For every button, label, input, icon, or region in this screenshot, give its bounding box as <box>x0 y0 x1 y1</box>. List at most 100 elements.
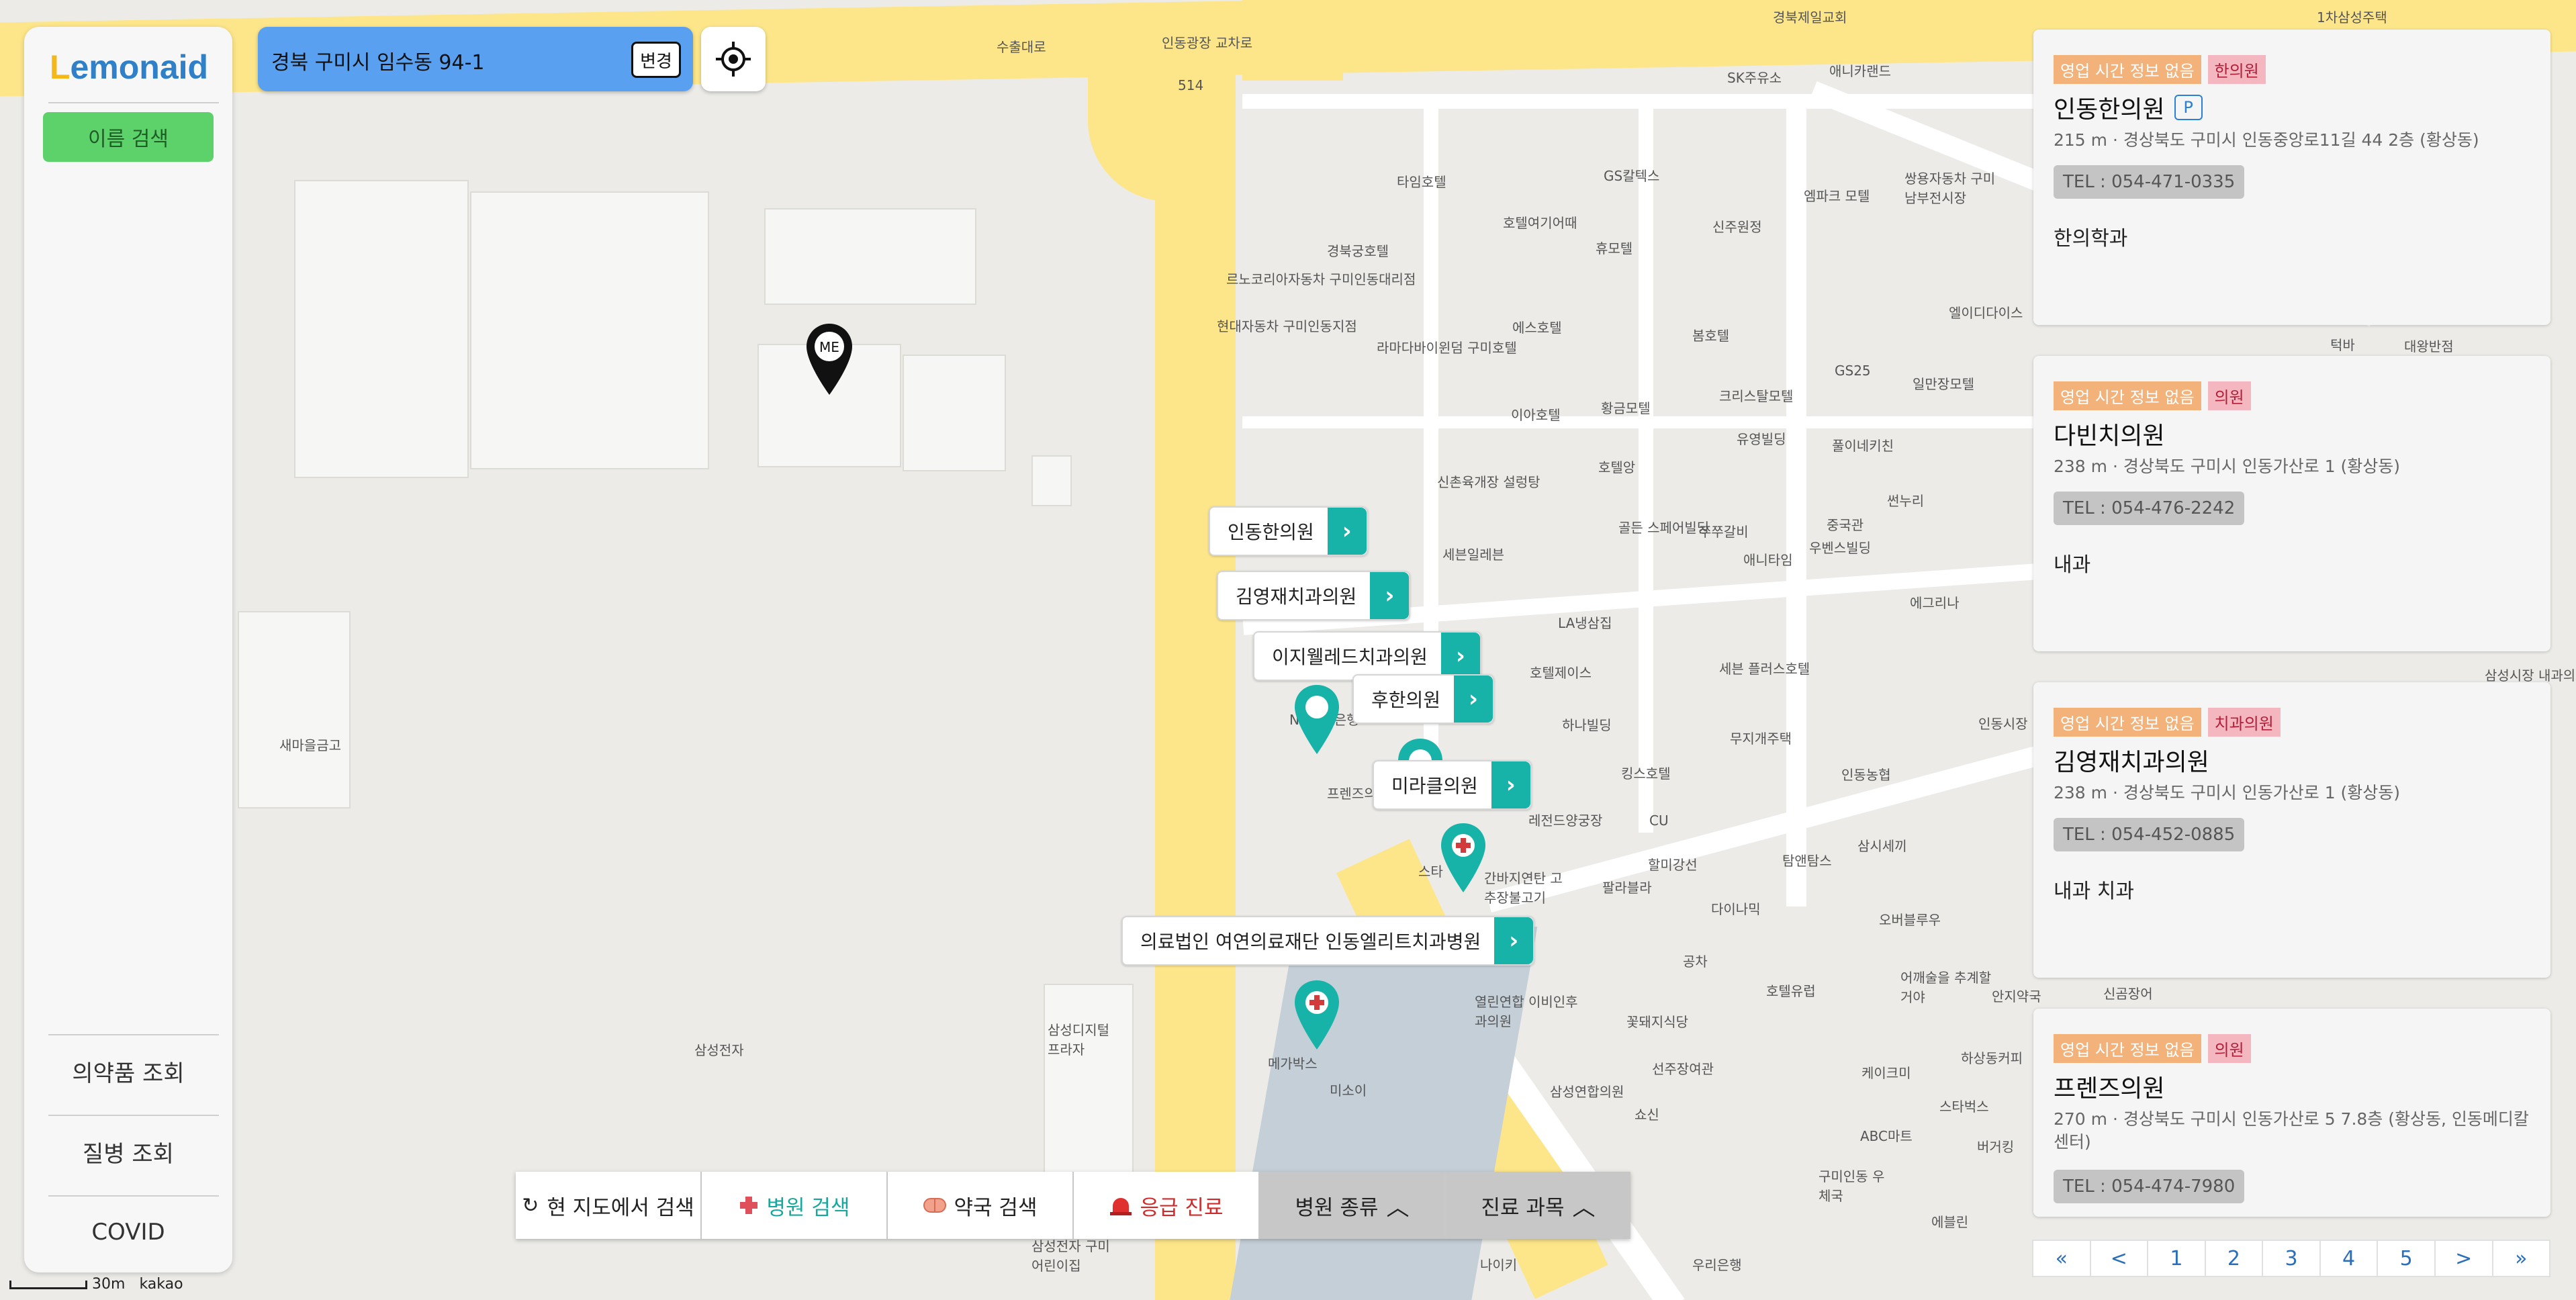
hospital-callout[interactable]: 의료법인 여연의료재단 인동엘리트치과병원 › <box>1121 916 1535 966</box>
locate-me-button[interactable] <box>701 27 766 91</box>
hospital-name: 다빈치의원 <box>2054 422 2165 450</box>
category-badge: 의원 <box>2207 1034 2251 1063</box>
hospital-callout[interactable]: 인동한의원 › <box>1209 506 1368 556</box>
last-page-button[interactable]: » <box>2491 1240 2551 1277</box>
page-button[interactable]: 5 <box>2377 1240 2436 1277</box>
change-address-button[interactable]: 변경 <box>631 42 681 78</box>
chevron-right-icon[interactable]: › <box>1491 761 1530 808</box>
hospital-card[interactable]: 영업 시간 정보 없음 의원 프렌즈의원 270 m · 경상북도 구미시 인동가… <box>2033 1009 2550 1217</box>
hospital-callout-label: 의료법인 여연의료재단 인동엘리트치과병원 <box>1140 931 1481 953</box>
map-label: 현대자동차 구미인동지점 <box>1217 318 1357 334</box>
map-label: 하상동커피 <box>1961 1050 2023 1066</box>
name-search-button[interactable]: 이름 검색 <box>43 112 214 162</box>
tel-button[interactable]: TEL : 054-474-7980 <box>2054 1170 2245 1203</box>
map-label: 크리스탈모텔 <box>1719 388 1794 404</box>
hospital-pin-icon[interactable] <box>1440 823 1487 894</box>
chevron-right-icon[interactable]: › <box>1454 676 1493 723</box>
hospital-name: 인동한의원 <box>2054 96 2165 124</box>
me-label: ME <box>819 339 839 355</box>
map-label: 턱바 <box>2330 337 2355 353</box>
hospital-callout[interactable]: 이지웰레드치과의원 › <box>1253 631 1481 681</box>
map-label: 대왕반점 <box>2404 338 2454 355</box>
building <box>294 180 469 478</box>
button-label: 병원 검색 <box>766 1195 850 1220</box>
map-label: 열린연합 이비인후과의원 <box>1475 994 1578 1029</box>
map-label: 황금모텔 <box>1601 400 1651 416</box>
map-label: 새마을금고 <box>279 737 341 753</box>
hospital-callout-label: 후한의원 <box>1371 689 1441 711</box>
hospital-address: 238 m · 경상북도 구미시 인동가산로 1 (황상동) <box>2054 457 2401 476</box>
hospital-card[interactable]: 영업 시간 정보 없음 한의원 인동한의원 P 215 m · 경상북도 구미시 인… <box>2033 30 2550 325</box>
page-button[interactable]: 2 <box>2204 1240 2264 1277</box>
hospital-callout[interactable]: 김영재치과의원 › <box>1217 571 1411 620</box>
map-provider: kakao <box>139 1276 183 1293</box>
map-label: 르노코리아자동차 구미인동대리점 <box>1226 271 1416 287</box>
covid-link[interactable]: COVID <box>24 1202 232 1262</box>
crosshair-icon <box>716 42 751 77</box>
map-label: 엠파크 모텔 <box>1804 188 1870 204</box>
next-page-button[interactable]: > <box>2434 1240 2493 1277</box>
map-label: GS25 <box>1835 363 1871 379</box>
hospital-callout-label: 미라클의원 <box>1391 775 1478 797</box>
department-text: 내과 치과 <box>2054 880 2134 903</box>
hours-badge: 영업 시간 정보 없음 <box>2054 708 2201 737</box>
map-label: 애니타임 <box>1743 552 1793 568</box>
pill-icon <box>923 1198 946 1213</box>
drug-lookup-link[interactable]: 의약품 조회 <box>24 1041 232 1101</box>
building <box>1031 455 1072 506</box>
road <box>1786 101 1806 907</box>
chevron-right-icon[interactable]: › <box>1327 508 1367 555</box>
map-label: 중국관 <box>1827 517 1864 533</box>
hospital-search-button[interactable]: 병원 검색 <box>702 1172 888 1239</box>
page-button[interactable]: 3 <box>2262 1240 2321 1277</box>
page-button[interactable]: 4 <box>2319 1240 2379 1277</box>
tel-button[interactable]: TEL : 054-471-0335 <box>2054 165 2245 199</box>
app-logo[interactable]: Lemonaid <box>48 40 210 94</box>
department-dropdown[interactable]: 진료 과목 ︿ <box>1446 1172 1630 1239</box>
map-label: 삼성디지털 프라자 <box>1048 1022 1109 1058</box>
map-label: 신촌육개장 설렁탕 <box>1437 474 1540 490</box>
disease-lookup-link[interactable]: 질병 조회 <box>24 1121 232 1182</box>
search-this-area-button[interactable]: ↻ 현 지도에서 검색 <box>516 1172 702 1239</box>
plaza-area <box>1229 927 1538 1300</box>
map-label: 삼성연합의원 <box>1550 1084 1624 1100</box>
tel-button[interactable]: TEL : 054-476-2242 <box>2054 492 2245 525</box>
hospital-card[interactable]: 영업 시간 정보 없음 치과의원 김영재치과의원 238 m · 경상북도 구미시… <box>2033 682 2550 978</box>
map-label: 할미강선 <box>1648 857 1698 873</box>
map-label: 경북궁호텔 <box>1327 243 1389 259</box>
map-label: 에블린 <box>1931 1214 1969 1230</box>
map-label: 스타벅스 <box>1939 1099 1989 1115</box>
chevron-right-icon[interactable]: › <box>1370 572 1410 619</box>
map-label: 에그리나 <box>1910 595 1960 611</box>
first-page-button[interactable]: « <box>2032 1240 2091 1277</box>
map-label: 무지개주택 <box>1730 731 1792 747</box>
chevron-right-icon[interactable]: › <box>1440 633 1480 680</box>
map-label: 일만장모텔 <box>1913 376 1974 392</box>
map-label: 골든 스페어빌딩 <box>1618 520 1710 536</box>
button-label: 병원 종류 <box>1295 1195 1379 1220</box>
hospital-type-dropdown[interactable]: 병원 종류 ︿ <box>1260 1172 1446 1239</box>
map-label: 휴모텔 <box>1596 240 1633 257</box>
chevron-right-icon[interactable]: › <box>1494 917 1534 964</box>
map-label: 어깨술을 추계할거야 <box>1900 970 1992 1005</box>
medical-cross-icon <box>739 1197 757 1214</box>
pharmacy-search-button[interactable]: 약국 검색 <box>888 1172 1074 1239</box>
map-label: 킹스호텔 <box>1621 765 1671 782</box>
hospital-card[interactable]: 영업 시간 정보 없음 의원 다빈치의원 238 m · 경상북도 구미시 인동가… <box>2033 356 2550 651</box>
map-label: 수출대로 <box>997 39 1046 55</box>
map-label: LA냉삼집 <box>1558 615 1612 631</box>
hospital-callout[interactable]: 미라클의원 › <box>1373 760 1532 810</box>
hours-badge: 영업 시간 정보 없음 <box>2054 55 2201 84</box>
map-scale: 30m kakao <box>9 1276 183 1293</box>
tel-button[interactable]: TEL : 054-452-0885 <box>2054 818 2245 851</box>
map-label: 삼성전자 구미어린이집 <box>1031 1238 1110 1274</box>
divider <box>48 1115 219 1116</box>
prev-page-button[interactable]: < <box>2089 1240 2149 1277</box>
hospital-pin-icon[interactable] <box>1293 685 1340 755</box>
page-button[interactable]: 1 <box>2147 1240 2206 1277</box>
hospital-callout[interactable]: 후한의원 › <box>1352 674 1495 724</box>
hospital-pin-icon[interactable] <box>1293 980 1340 1051</box>
emergency-button[interactable]: 응급 진료 <box>1074 1172 1260 1239</box>
road <box>1242 0 1343 81</box>
button-label: 응급 진료 <box>1140 1195 1224 1220</box>
